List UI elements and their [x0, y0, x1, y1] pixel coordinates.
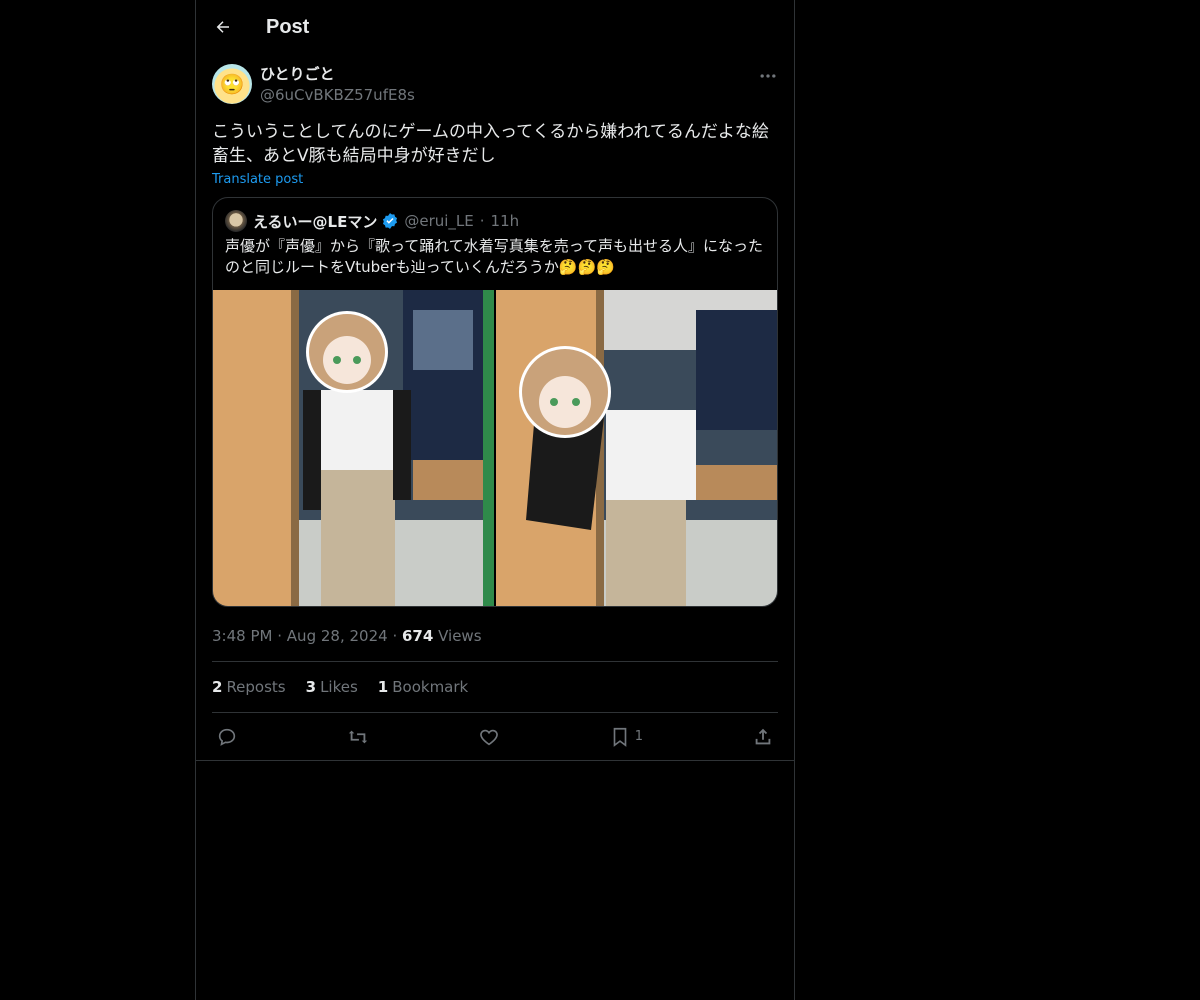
repost-button[interactable] [347, 726, 369, 748]
quote-text: 声優が『声優』から『歌って踊れて水着写真集を売って声も出せる人』になったのと同じ… [225, 237, 764, 276]
page-title: Post [266, 15, 310, 38]
bookmark-icon [613, 727, 627, 747]
bookmarks-label: Bookmark [392, 678, 469, 696]
quote-time: 11h [490, 212, 520, 230]
verified-icon [383, 213, 398, 229]
media-image-2[interactable] [496, 290, 777, 606]
likes-count: 3 [305, 678, 317, 696]
action-bar: 1 [196, 713, 794, 761]
post-text: こういうことしてんのにゲームの中入ってくるから嫌われてるんだよな絵畜生、あとV豚… [212, 122, 769, 166]
post-column: Post 🙄 ひとりごと @6uCvBKBZ57ufE8s こういうことしてんの… [195, 0, 795, 1000]
quote-avatar[interactable] [225, 210, 247, 232]
display-name[interactable]: ひとりごと [260, 63, 415, 84]
back-button[interactable] [212, 16, 234, 38]
avatar-emoji: 🙄 [219, 72, 245, 96]
author-row: 🙄 ひとりごと @6uCvBKBZ57ufE8s [212, 64, 778, 104]
reposts-count: 2 [212, 678, 223, 696]
back-arrow-icon [216, 21, 229, 33]
post-time[interactable]: 3:48 PM [212, 627, 272, 645]
views-count: 674 [402, 627, 434, 645]
bookmark-count: 1 [634, 729, 644, 744]
separator: · [392, 627, 398, 645]
quote-display-name: えるいー@LEマン [253, 212, 378, 231]
engagement-stats: 2 Reposts 3 Likes 1 Bookmark [212, 662, 778, 713]
bookmarks-stat[interactable]: 1 Bookmark [378, 678, 468, 696]
reply-icon [218, 728, 236, 746]
repost-icon [348, 730, 368, 743]
bookmark-button[interactable]: 1 [609, 726, 643, 748]
reposts-stat[interactable]: 2 Reposts [212, 678, 286, 696]
separator: · [277, 627, 283, 645]
media-image-1[interactable] [213, 290, 494, 606]
quote-separator: · [479, 212, 485, 230]
post-timestamp: 3:48 PM · Aug 28, 2024 · 674 Views [212, 627, 778, 662]
bookmarks-count: 1 [377, 678, 389, 696]
reply-button[interactable] [216, 726, 238, 748]
like-button[interactable] [478, 726, 500, 748]
reposts-label: Reposts [226, 678, 286, 696]
share-icon [755, 728, 771, 744]
share-button[interactable] [752, 726, 774, 748]
translate-link[interactable]: Translate post [212, 172, 303, 187]
like-icon [480, 729, 498, 745]
likes-label: Likes [320, 678, 358, 696]
quote-header: えるいー@LEマン @erui_LE · 11h [213, 198, 777, 232]
avatar[interactable]: 🙄 [212, 64, 252, 104]
post: 🙄 ひとりごと @6uCvBKBZ57ufE8s こういうことしてんのにゲームの… [196, 54, 794, 761]
more-button[interactable] [758, 66, 778, 86]
more-icon [760, 74, 776, 78]
views-label: Views [438, 627, 482, 645]
likes-stat[interactable]: 3 Likes [306, 678, 358, 696]
header: Post [196, 0, 794, 54]
quote-media [213, 290, 777, 606]
quote-handle: @erui_LE [404, 212, 474, 230]
handle[interactable]: @6uCvBKBZ57ufE8s [260, 86, 415, 104]
quoted-post[interactable]: えるいー@LEマン @erui_LE · 11h 声優が『声優』から『歌って踊れ… [212, 197, 778, 607]
author-meta: ひとりごと @6uCvBKBZ57ufE8s [260, 63, 415, 104]
post-date[interactable]: Aug 28, 2024 [287, 627, 388, 645]
